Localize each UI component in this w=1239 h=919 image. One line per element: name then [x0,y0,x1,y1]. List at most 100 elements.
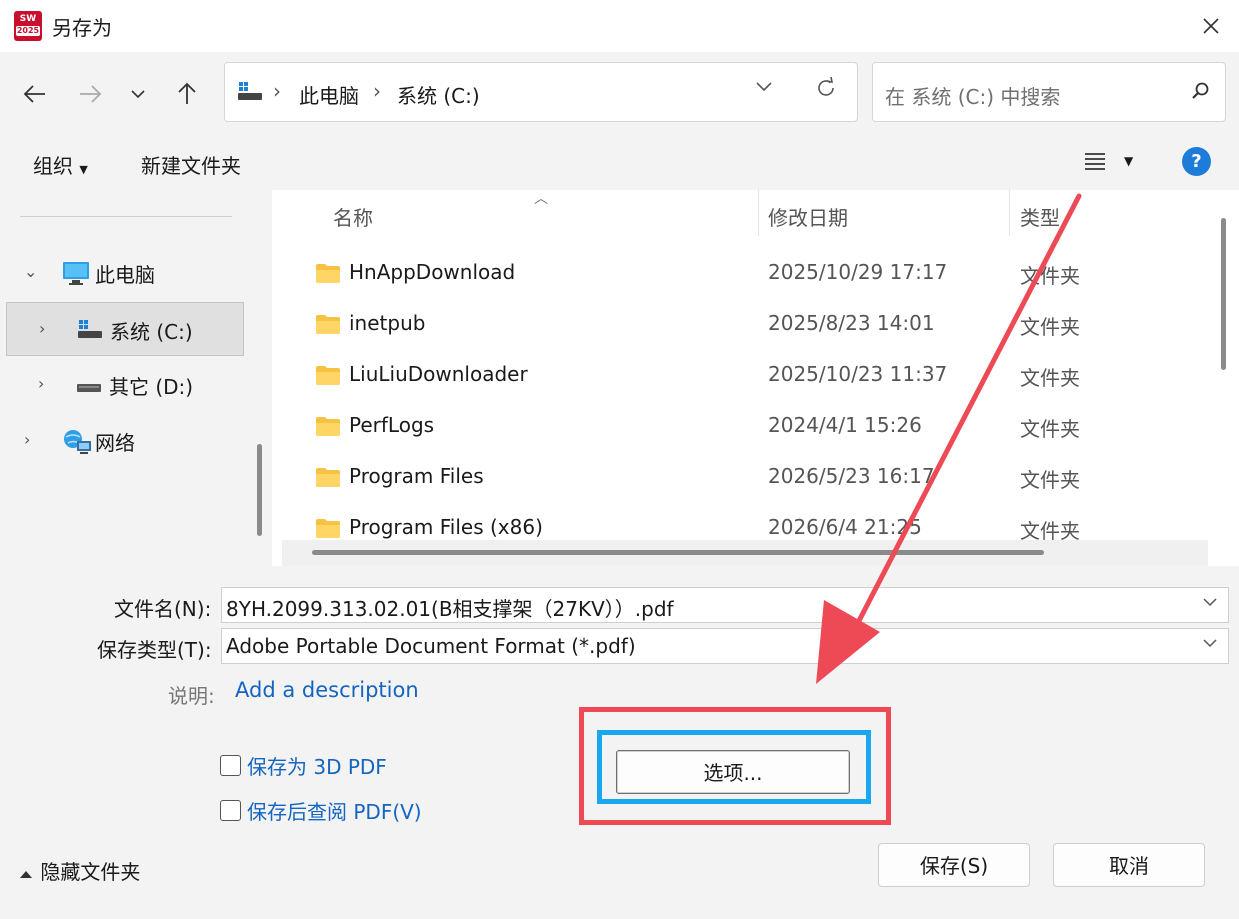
file-name: Program Files [349,464,484,488]
file-name: HnAppDownload [349,260,516,284]
breadcrumb-drive-c[interactable]: 系统 (C:) [397,80,480,109]
save-as-3d-pdf-checkbox[interactable] [220,755,241,776]
chevron-down-icon [131,90,145,99]
up-button[interactable] [169,76,205,112]
refresh-icon[interactable] [815,77,837,99]
solidworks-logo-icon: SW 2025 [14,11,42,41]
chevron-down-icon[interactable] [1202,637,1218,649]
back-button[interactable] [17,76,53,112]
file-type: 文件夹 [1020,264,1080,288]
tree-label: 此电脑 [95,263,155,287]
divider [20,216,232,217]
breadcrumb-separator: › [273,79,281,103]
file-date: 2026/5/23 16:17 [768,464,935,488]
search-box[interactable]: 在 系统 (C:) 中搜索 [872,62,1226,122]
tree-item-network[interactable]: › 网络 [6,414,244,468]
file-date: 2025/10/23 11:37 [768,362,948,386]
view-dropdown-icon[interactable]: ▼ [1124,154,1133,168]
tree-item-this-pc[interactable]: ⌄ 此电脑 [6,246,244,300]
cancel-button[interactable]: 取消 [1053,843,1205,887]
tree-item-drive-c[interactable]: › 系统 (C:) [6,302,244,356]
column-header-name[interactable]: 名称 [333,202,373,231]
file-list-vertical-scrollbar[interactable] [1221,218,1226,370]
filename-label: 文件名(N): [114,597,212,621]
save-as-3d-pdf-label[interactable]: 保存为 3D PDF [247,751,387,780]
view-pdf-after-save-label[interactable]: 保存后查阅 PDF(V) [247,796,422,825]
file-name: inetpub [349,311,426,335]
chevron-down-icon[interactable] [755,81,773,93]
column-divider[interactable] [758,190,759,236]
forward-button[interactable] [72,76,108,112]
tree-scrollbar[interactable] [257,444,262,536]
file-list: ︿ 名称 修改日期 类型 HnAppDownload 2025/10/29 17:… [272,190,1239,566]
file-name: Program Files (x86) [349,515,543,539]
breadcrumb-this-pc[interactable]: 此电脑 [299,80,359,109]
folder-icon [316,519,340,538]
arrow-right-icon [80,85,102,103]
close-icon [1203,18,1219,34]
file-row[interactable]: LiuLiuDownloader 2025/10/23 11:37 文件夹 [272,350,1212,401]
file-date: 2025/8/23 14:01 [768,311,935,335]
chevron-right-icon[interactable]: › [39,319,45,338]
file-row[interactable]: HnAppDownload 2025/10/29 17:17 文件夹 [272,248,1212,299]
tree-item-drive-d[interactable]: › 其它 (D:) [6,358,244,412]
filetype-label: 保存类型(T): [97,638,212,662]
navigation-bar: › 此电脑 › 系统 (C:) 在 系统 (C:) 中搜索 [0,52,1239,134]
view-pdf-after-save-checkbox[interactable] [220,800,241,821]
chevron-right-icon[interactable]: › [24,430,30,449]
file-type: 文件夹 [1020,468,1080,492]
hide-folders-toggle[interactable]: 隐藏文件夹 [18,856,140,885]
filename-input[interactable]: 8YH.2099.313.02.01(B相支撑架（27KV））.pdf [226,593,674,622]
close-button[interactable] [1183,0,1239,52]
chevron-down-icon[interactable] [1202,596,1218,608]
filetype-value: Adobe Portable Document Format (*.pdf) [226,634,636,658]
file-type: 文件夹 [1020,417,1080,441]
command-bar: 组织 ▼ 新建文件夹 ▼ ? [0,134,1239,190]
folder-icon [316,417,340,436]
view-list-icon[interactable] [1082,148,1108,174]
navigation-pane: ⌄ 此电脑 › 系统 (C:) › 其它 (D:) › 网络 [0,190,272,566]
file-list-horizontal-scrollbar[interactable] [312,550,1044,555]
tree-label: 网络 [95,431,135,455]
help-button[interactable]: ? [1182,147,1211,176]
column-header-type[interactable]: 类型 [1020,202,1060,231]
file-row[interactable]: inetpub 2025/8/23 14:01 文件夹 [272,299,1212,350]
title-bar: SW 2025 另存为 [0,0,1239,52]
file-type: 文件夹 [1020,366,1080,390]
address-bar[interactable]: › 此电脑 › 系统 (C:) [224,62,858,122]
filetype-select[interactable]: Adobe Portable Document Format (*.pdf) [221,628,1229,664]
breadcrumb-separator: › [373,79,381,103]
add-description-link[interactable]: Add a description [235,678,419,702]
file-row[interactable]: PerfLogs 2024/4/1 15:26 文件夹 [272,401,1212,452]
search-input[interactable]: 在 系统 (C:) 中搜索 [885,81,1060,110]
tree-label: 其它 (D:) [109,375,194,399]
file-date: 2026/6/4 21:25 [768,515,922,539]
column-header-date[interactable]: 修改日期 [768,202,848,231]
file-row[interactable]: Program Files 2026/5/23 16:17 文件夹 [272,452,1212,503]
drive-icon [238,82,262,100]
organize-menu[interactable]: 组织 ▼ [33,150,88,179]
filename-field[interactable]: 8YH.2099.313.02.01(B相支撑架（27KV））.pdf [221,587,1229,623]
folder-icon [316,264,340,283]
monitor-icon [63,262,89,285]
arrow-left-icon [23,85,45,103]
options-button[interactable]: 选项... [616,750,850,794]
chevron-up-icon [20,870,32,878]
file-type: 文件夹 [1020,315,1080,339]
column-divider[interactable] [1009,190,1010,236]
chevron-right-icon[interactable]: › [38,374,44,393]
description-label: 说明: [168,684,215,708]
chevron-down-icon[interactable]: ⌄ [24,262,37,281]
tree-label: 系统 (C:) [110,320,193,344]
dropdown-arrow-icon: ▼ [79,163,88,176]
save-button[interactable]: 保存(S) [878,843,1030,887]
new-folder-button[interactable]: 新建文件夹 [141,150,241,179]
drive-icon [77,384,101,392]
file-name: LiuLiuDownloader [349,362,528,386]
arrow-up-icon [178,82,196,104]
recent-locations-button[interactable] [120,76,156,112]
question-mark-icon: ? [1191,151,1202,172]
file-date: 2024/4/1 15:26 [768,413,922,437]
folder-icon [316,366,340,385]
window-title: 另存为 [52,16,112,40]
